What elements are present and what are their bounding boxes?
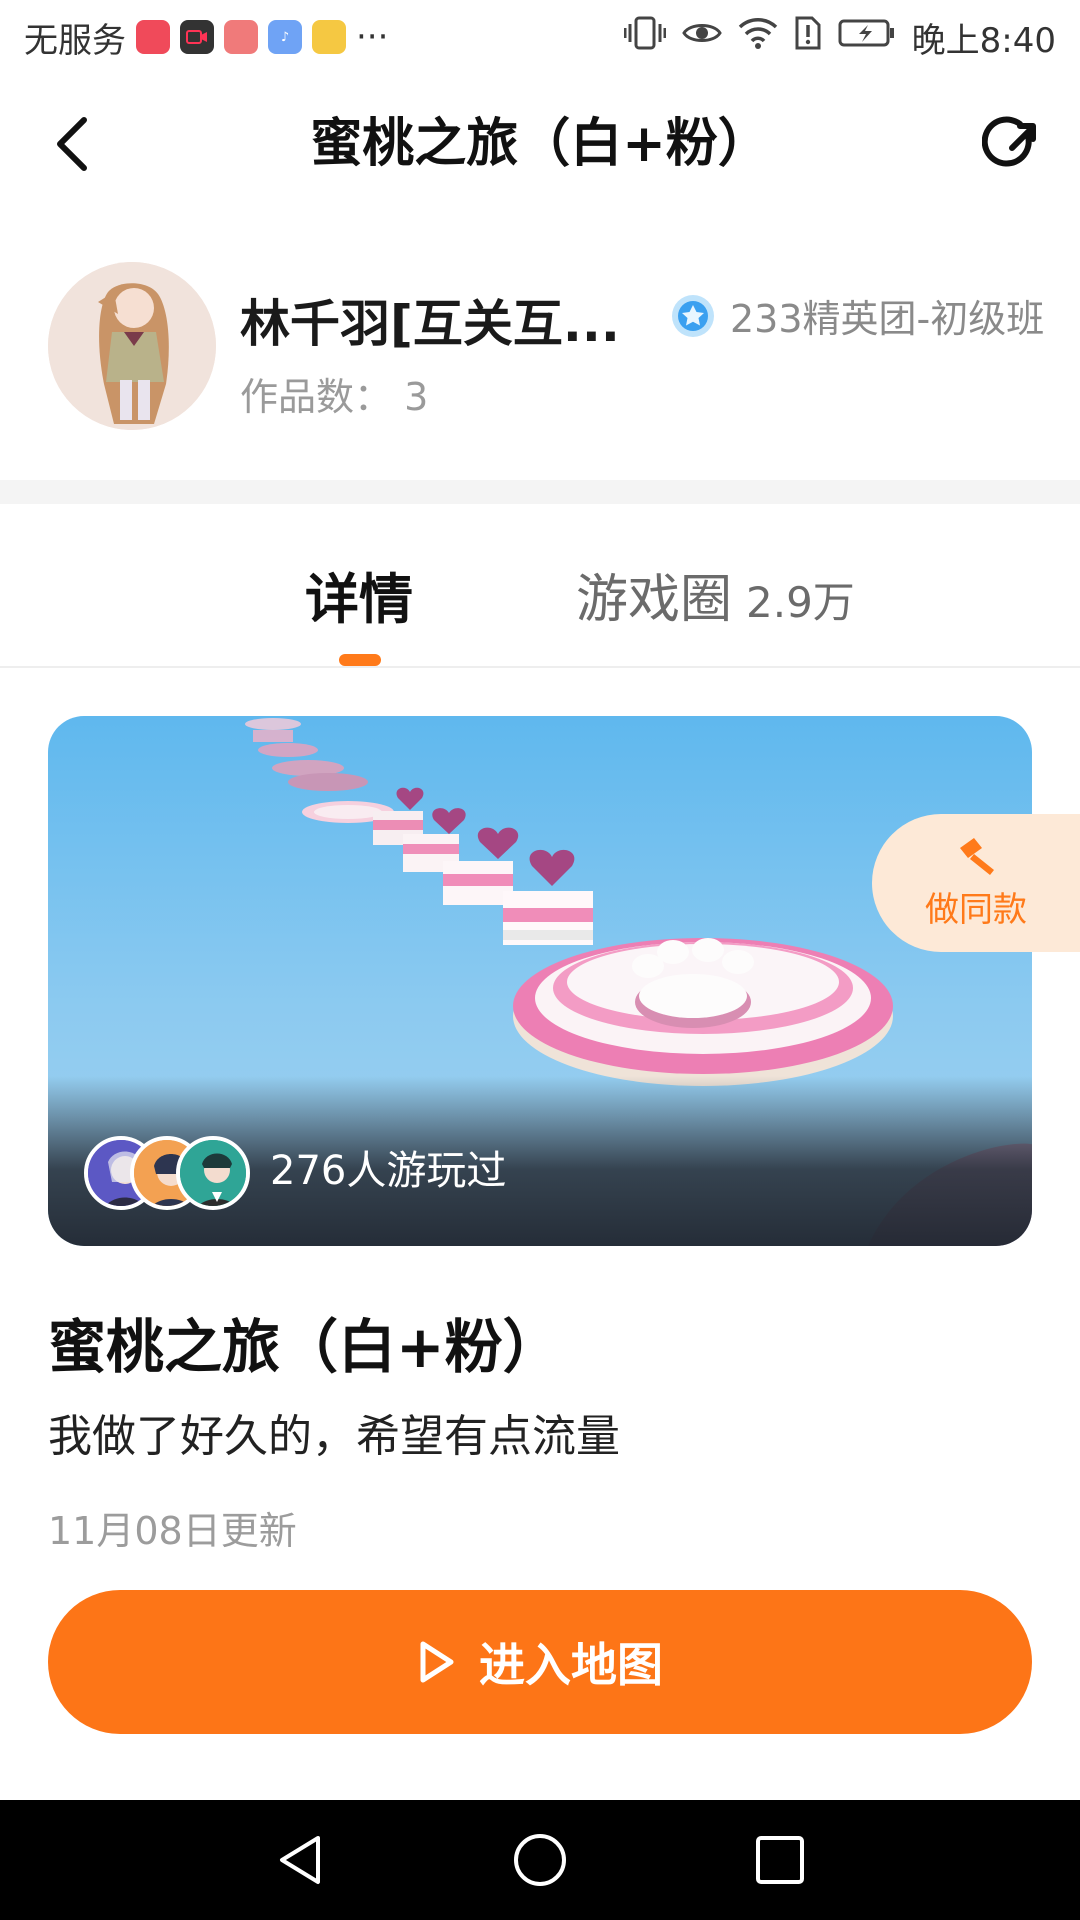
badge-label: 233精英团-初级班 [730, 297, 1045, 341]
top-nav: 蜜桃之旅（白+粉） [0, 90, 1080, 200]
make-same-label: 做同款 [925, 889, 1027, 930]
make-same-button[interactable]: 做同款 [872, 814, 1080, 952]
notification-app-icon [136, 20, 170, 54]
play-icon [420, 1641, 454, 1683]
hammer-icon [960, 837, 994, 875]
status-left: 无服务 ♪ ··· [24, 13, 388, 62]
sim-alert-icon [794, 16, 822, 59]
tab-bar: 详情 游戏圈 2.9万 [0, 504, 1080, 668]
tab-game-circle-count: 2.9万 [746, 578, 855, 627]
game-cover-card[interactable]: 276人游玩过 [48, 716, 1032, 1246]
avatar-illustration [48, 262, 216, 430]
update-date: 11月08日更新 [48, 1509, 297, 1553]
game-description: 我做了好久的，希望有点流量 [48, 1411, 620, 1462]
battery-icon [838, 17, 896, 57]
system-home-button[interactable] [510, 1830, 570, 1890]
vibrate-icon [623, 16, 667, 59]
chevron-left-icon [57, 117, 87, 171]
players-count-text: 276人游玩过 [270, 1148, 507, 1194]
share-button[interactable] [980, 112, 1044, 176]
author-name[interactable]: 林千羽[互关互... [240, 284, 620, 356]
author-avatar[interactable] [48, 262, 216, 430]
medal-icon [672, 294, 714, 337]
clock-text: 晚上8:40 [911, 20, 1056, 61]
carrier-text: 无服务 [24, 20, 126, 61]
system-nav-bar [0, 1800, 1080, 1920]
file-icon [312, 20, 346, 54]
author-section: 林千羽[互关互... 233精英团-初级班 作品数： 3 [0, 262, 1080, 432]
music-icon: ♪ [268, 20, 302, 54]
active-tab-indicator [339, 654, 381, 666]
notification-duitang-icon [224, 20, 258, 54]
square-recents-icon [756, 1836, 804, 1884]
enter-map-button[interactable]: 进入地图 [48, 1590, 1032, 1734]
more-icon: ··· [356, 17, 389, 57]
tab-detail[interactable]: 详情 [305, 560, 413, 640]
share-icon [982, 116, 1036, 167]
author-badge[interactable]: 233精英团-初级班 [670, 288, 1044, 343]
notification-video-icon [180, 20, 214, 54]
status-bar: 无服务 ♪ ··· 晚上8:40 [0, 0, 1080, 74]
circle-home-icon [514, 1834, 566, 1886]
system-back-button[interactable] [270, 1830, 330, 1890]
tab-game-circle-label: 游戏圈 [576, 570, 733, 630]
section-divider [0, 480, 1080, 504]
enter-map-label: 进入地图 [479, 1638, 663, 1692]
screen: 无服务 ♪ ··· 晚上8:40 蜜桃之旅（白+粉） 林千羽[互关互... 23… [0, 0, 1080, 1920]
eye-icon [681, 17, 722, 57]
page-title: 蜜桃之旅（白+粉） [310, 114, 770, 174]
wifi-icon [738, 17, 778, 58]
tab-game-circle[interactable]: 游戏圈 2.9万 [576, 560, 855, 643]
game-title: 蜜桃之旅（白+粉） [48, 1313, 561, 1381]
status-right: 晚上8:40 [623, 13, 1056, 62]
player-avatar [176, 1136, 250, 1210]
works-count: 作品数： 3 [240, 375, 429, 419]
back-button[interactable] [40, 112, 104, 176]
system-recents-button[interactable] [750, 1830, 810, 1890]
player-avatars [84, 1136, 250, 1210]
triangle-back-icon [280, 1836, 320, 1884]
